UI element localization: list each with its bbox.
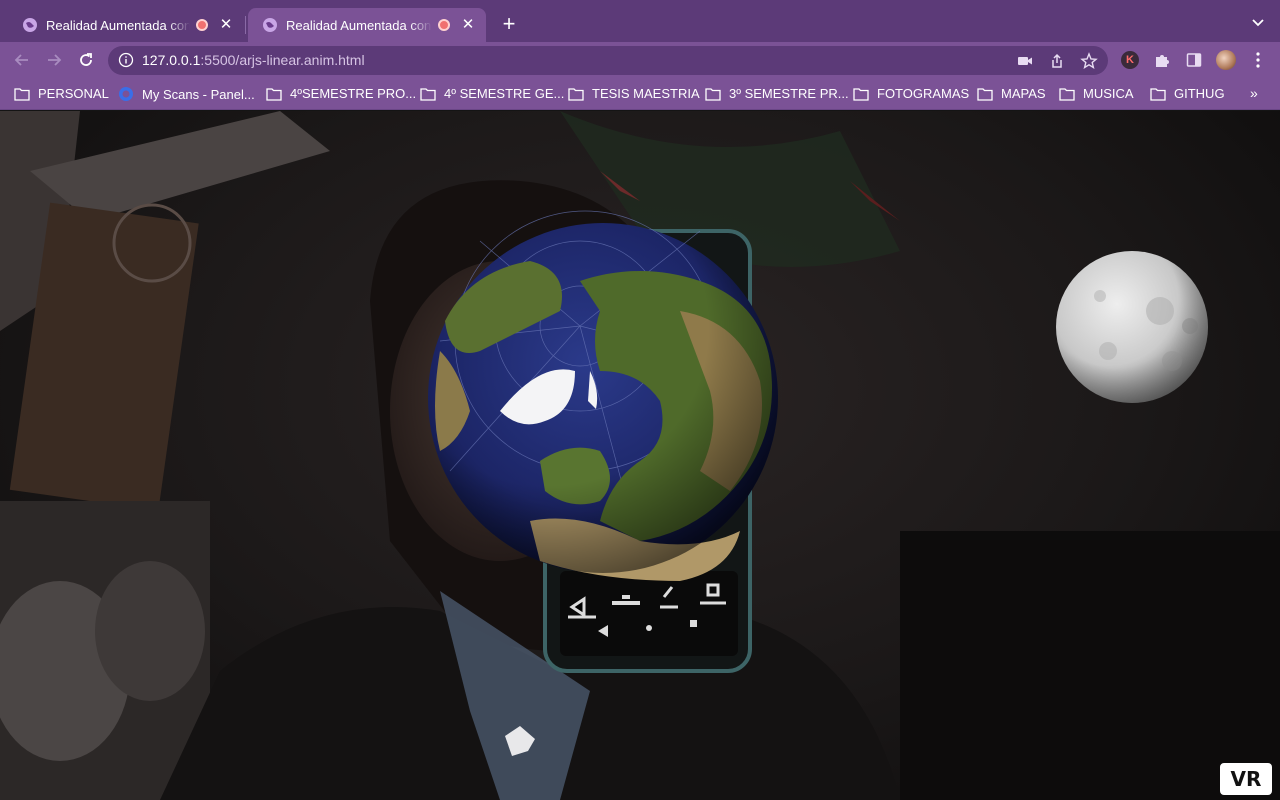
recording-indicator-icon [196, 19, 208, 31]
tab-strip: Realidad Aumentada con A-Frame ✕ Realida… [0, 0, 1280, 42]
bookmark-3-semestre-pr[interactable]: 3º SEMESTRE PR... [705, 86, 849, 101]
bookmark-label: MAPAS [1001, 86, 1046, 101]
bookmark-label: 4ºSEMESTRE PRO... [290, 86, 417, 101]
bookmark-label: 3º SEMESTRE PR... [729, 86, 849, 101]
bookmark-mapas[interactable]: MAPAS [977, 86, 1046, 101]
new-tab-button[interactable]: + [498, 13, 520, 35]
extensions-puzzle-icon[interactable] [1153, 51, 1171, 69]
bookmarks-bar: PERSONAL My Scans - Panel... 4ºSEMESTRE … [0, 78, 1280, 110]
tab-title: Realidad Aumentada con A-Frame [46, 17, 190, 33]
site-info-icon[interactable] [118, 52, 134, 68]
bookmark-label: FOTOGRAMAS [877, 86, 970, 101]
tab-1[interactable]: Realidad Aumentada con A-Frame ✕ [8, 8, 244, 42]
scan-icon [119, 87, 133, 101]
bookmark-tesis-maestria[interactable]: TESIS MAESTRIA [568, 86, 700, 101]
profile-avatar[interactable] [1216, 50, 1236, 70]
bookmark-personal[interactable]: PERSONAL [14, 86, 109, 101]
tab-divider [245, 16, 246, 34]
folder-icon [568, 87, 584, 101]
close-tab-icon[interactable]: ✕ [218, 17, 234, 33]
more-menu-icon[interactable] [1250, 51, 1266, 69]
globe-favicon-icon [263, 18, 277, 32]
reload-icon[interactable] [76, 50, 96, 70]
side-panel-icon[interactable] [1185, 51, 1203, 69]
folder-icon [420, 87, 436, 101]
bookmark-label: My Scans - Panel... [142, 86, 255, 102]
url-text[interactable]: 127.0.0.1:5500/arjs-linear.anim.html [142, 52, 365, 68]
bookmark-musica[interactable]: MUSICA [1059, 86, 1134, 101]
folder-icon [1150, 87, 1166, 101]
bookmark-label: TESIS MAESTRIA [592, 86, 700, 101]
globe-favicon-icon [23, 18, 37, 32]
folder-icon [853, 87, 869, 101]
bookmark-4-semestre-ge[interactable]: 4º SEMESTRE GE... [420, 86, 564, 101]
bookmark-label: MUSICA [1083, 86, 1134, 101]
bookmark-label: 4º SEMESTRE GE... [444, 86, 565, 101]
chevron-down-icon[interactable] [1250, 14, 1266, 30]
tab-2-active[interactable]: Realidad Aumentada con A-Frame ✕ [248, 8, 486, 42]
close-tab-icon[interactable]: ✕ [460, 17, 476, 33]
address-bar[interactable]: 127.0.0.1:5500/arjs-linear.anim.html [108, 46, 1108, 75]
bookmark-fotogramas[interactable]: FOTOGRAMAS [853, 86, 969, 101]
ar-scene [0, 111, 1280, 800]
folder-icon [266, 87, 282, 101]
bookmark-star-icon[interactable] [1080, 52, 1098, 70]
url-path: :5500/arjs-linear.anim.html [200, 52, 365, 68]
moon-3d-model [1056, 251, 1208, 403]
ar-camera-viewport[interactable]: VR [0, 111, 1280, 800]
enter-vr-button[interactable]: VR [1220, 763, 1272, 795]
bookmark-4-semestre-pro[interactable]: 4ºSEMESTRE PRO... [266, 86, 416, 101]
url-host: 127.0.0.1 [142, 52, 201, 68]
share-icon[interactable] [1048, 52, 1066, 70]
bookmark-my-scans[interactable]: My Scans - Panel... [118, 86, 255, 102]
bookmark-githug[interactable]: GITHUG [1150, 86, 1225, 101]
forward-arrow-icon[interactable] [44, 50, 64, 70]
tab-title: Realidad Aumentada con A-Frame [286, 17, 432, 33]
extension-k-icon[interactable]: K [1121, 51, 1139, 69]
bookmark-label: PERSONAL [38, 86, 109, 101]
camera-in-use-icon[interactable] [1016, 52, 1034, 70]
back-arrow-icon[interactable] [12, 50, 32, 70]
recording-indicator-icon [438, 19, 450, 31]
folder-icon [1059, 87, 1075, 101]
folder-icon [14, 87, 30, 101]
toolbar: 127.0.0.1:5500/arjs-linear.anim.html K [0, 42, 1280, 78]
folder-icon [705, 87, 721, 101]
folder-icon [977, 87, 993, 101]
bookmark-label: GITHUG [1174, 86, 1225, 101]
bookmarks-overflow-button[interactable]: » [1250, 85, 1258, 101]
